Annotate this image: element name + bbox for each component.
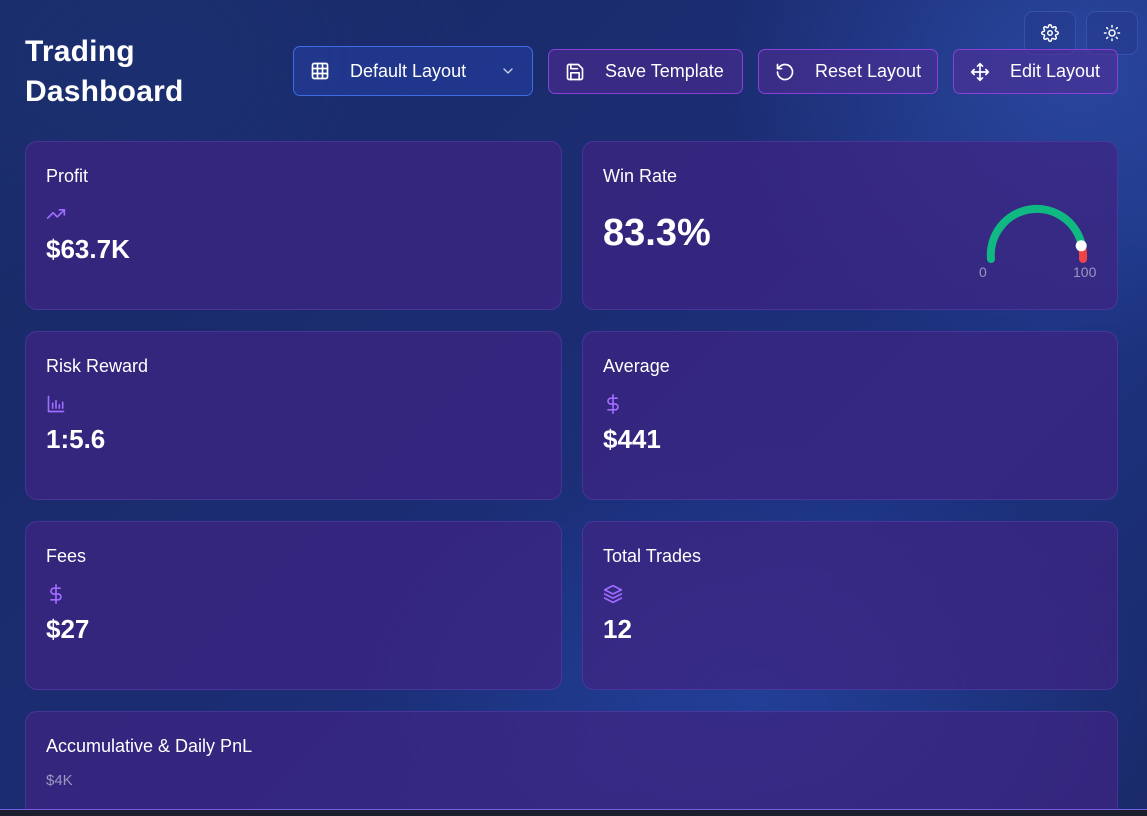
dollar-icon (46, 584, 66, 604)
gauge-green-arc (986, 204, 1086, 263)
profit-card[interactable]: Profit $63.7K (25, 141, 562, 310)
average-label: Average (603, 356, 670, 376)
page-title: Trading Dashboard (25, 32, 184, 112)
pnl-chart-card[interactable]: Accumulative & Daily PnL $4K (25, 711, 1118, 816)
grid-icon (310, 61, 330, 81)
profit-value: $63.7K (46, 234, 130, 264)
floppy-disk-icon (565, 62, 585, 82)
fees-card[interactable]: Fees $27 (25, 521, 562, 690)
save-template-label: Save Template (605, 61, 724, 81)
average-card[interactable]: Average $441 (582, 331, 1118, 500)
sun-icon (1103, 24, 1121, 42)
total-trades-value: 12 (603, 614, 632, 644)
fees-label: Fees (46, 546, 87, 566)
layout-select-value: Default Layout (350, 60, 467, 81)
profit-label: Profit (46, 166, 89, 186)
fees-value: $27 (46, 614, 90, 644)
chevron-down-icon (500, 63, 516, 79)
page-title-line-2: Dashboard (25, 75, 184, 108)
gauge-min-label: 0 (979, 264, 987, 280)
page-title-line-1: Trading (25, 35, 135, 68)
bottom-edge (0, 809, 1147, 816)
trending-up-icon (46, 204, 66, 224)
gear-icon (1041, 24, 1059, 42)
dollar-icon (603, 394, 623, 414)
reset-layout-button[interactable]: Reset Layout (758, 49, 938, 94)
risk-reward-card[interactable]: Risk Reward 1:5.6 (25, 331, 562, 500)
win-rate-label: Win Rate (603, 166, 678, 186)
pnl-y-tick: $4K (46, 772, 73, 789)
layers-icon (603, 584, 623, 604)
gauge-marker (1075, 240, 1087, 252)
layout-select[interactable]: Default Layout (293, 46, 533, 96)
gauge-max-label: 100 (1073, 264, 1097, 280)
average-value: $441 (603, 424, 661, 454)
win-rate-card[interactable]: Win Rate 83.3% 0 100 (582, 141, 1118, 310)
total-trades-card[interactable]: Total Trades 12 (582, 521, 1118, 690)
risk-reward-label: Risk Reward (46, 356, 149, 376)
pnl-chart-title: Accumulative & Daily PnL (46, 736, 253, 756)
win-rate-value: 83.3% (603, 212, 711, 254)
bar-chart-icon (46, 394, 66, 414)
risk-reward-value: 1:5.6 (46, 424, 106, 454)
reset-layout-label: Reset Layout (815, 61, 922, 81)
edit-layout-button[interactable]: Edit Layout (953, 49, 1118, 94)
edit-layout-label: Edit Layout (1010, 61, 1101, 81)
move-icon (970, 62, 990, 82)
total-trades-label: Total Trades (603, 546, 702, 566)
save-template-button[interactable]: Save Template (548, 49, 743, 94)
rotate-ccw-icon (775, 62, 795, 82)
